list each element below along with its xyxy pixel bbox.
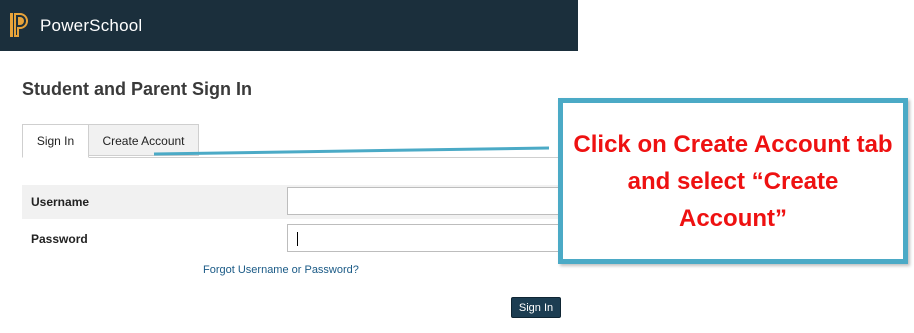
tab-create-account[interactable]: Create Account bbox=[89, 124, 199, 156]
text-cursor bbox=[297, 232, 298, 246]
forgot-credentials-link[interactable]: Forgot Username or Password? bbox=[203, 264, 359, 276]
powerschool-logo-icon bbox=[10, 13, 28, 37]
password-row: Password bbox=[22, 222, 578, 256]
password-label: Password bbox=[31, 232, 88, 246]
password-input[interactable] bbox=[287, 224, 578, 252]
username-label: Username bbox=[31, 195, 90, 209]
username-input[interactable] bbox=[287, 187, 578, 215]
header-bar: PowerSchool bbox=[0, 0, 578, 51]
sign-in-button[interactable]: Sign In bbox=[511, 297, 561, 318]
brand-name: PowerSchool bbox=[40, 16, 143, 35]
page-title: Student and Parent Sign In bbox=[22, 79, 253, 99]
username-row: Username bbox=[22, 185, 578, 219]
callout-text: Click on Create Account tab and select “… bbox=[573, 130, 893, 232]
instruction-callout: Click on Create Account tab and select “… bbox=[558, 98, 908, 264]
tab-sign-in[interactable]: Sign In bbox=[22, 124, 89, 158]
tab-bar: Sign In Create Account bbox=[22, 124, 578, 158]
